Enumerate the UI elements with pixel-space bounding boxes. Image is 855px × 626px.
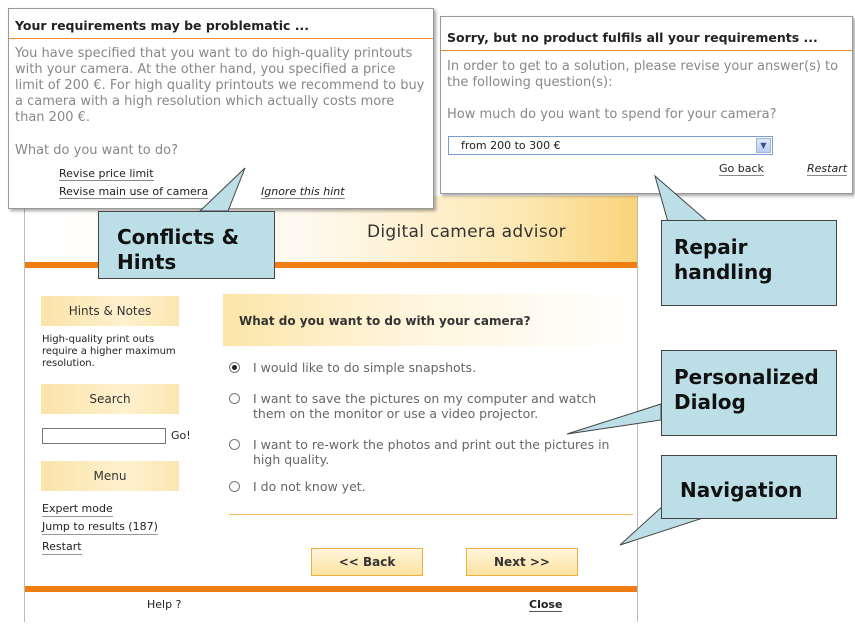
personalized-dialog-label: Personalized Dialog (674, 365, 819, 414)
conflicts-hints-callout: Conflicts & Hints (98, 211, 275, 279)
conflicts-callout-pointer (198, 167, 246, 212)
conflicts-hints-label: Conflicts & Hints (117, 225, 240, 274)
navigation-label: Navigation (680, 478, 803, 502)
repair-handling-callout: Repair handling (661, 220, 837, 306)
callout-pointers (198, 167, 710, 546)
navigation-callout: Navigation (661, 455, 837, 519)
repair-callout-pointer (654, 174, 710, 223)
repair-handling-label: Repair handling (674, 235, 773, 284)
personalized-callout-pointer (566, 403, 662, 435)
personalized-dialog-callout: Personalized Dialog (661, 350, 837, 436)
